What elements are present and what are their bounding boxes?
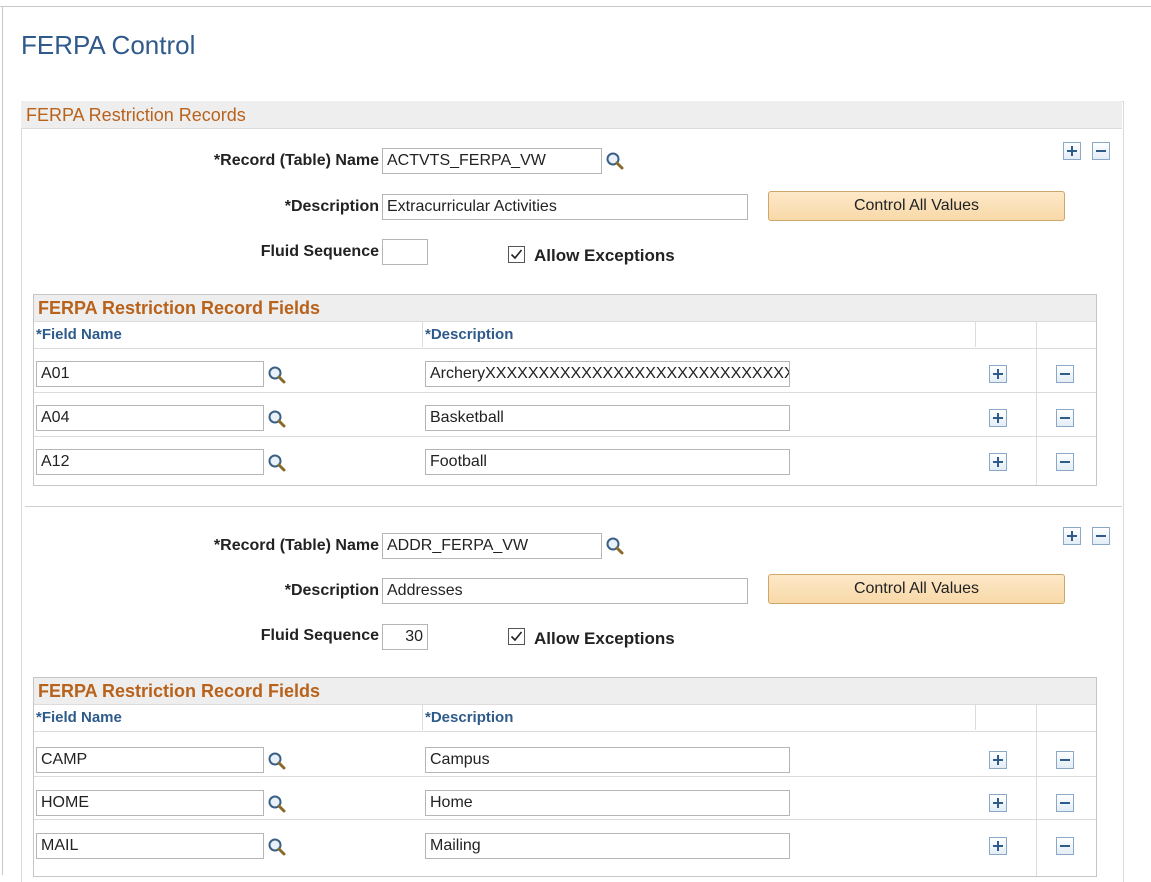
- field-lookup-icon[interactable]: [267, 794, 287, 814]
- field-name-input[interactable]: HOME: [36, 790, 264, 816]
- field-name-input[interactable]: A04: [36, 405, 264, 431]
- add-record-button[interactable]: [1063, 142, 1081, 160]
- field-name-input[interactable]: CAMP: [36, 747, 264, 773]
- record-name-lookup-icon[interactable]: [605, 151, 625, 171]
- record-name-field[interactable]: ADDR_FERPA_VW: [382, 533, 602, 559]
- add-row-button[interactable]: [989, 409, 1007, 427]
- record-name-lookup-icon[interactable]: [605, 536, 625, 556]
- field-description-input[interactable]: Football: [425, 449, 790, 475]
- allow-exceptions-checkbox[interactable]: [508, 246, 525, 263]
- section-header: FERPA Restriction Records: [21, 101, 1122, 129]
- description-field[interactable]: Extracurricular Activities: [382, 194, 748, 220]
- field-name-input[interactable]: A12: [36, 449, 264, 475]
- add-row-button[interactable]: [989, 365, 1007, 383]
- col-header-field-name: *Field Name: [34, 322, 423, 347]
- fluid-sequence-field[interactable]: 30: [382, 624, 428, 650]
- description-field[interactable]: Addresses: [382, 578, 748, 604]
- add-row-button[interactable]: [989, 794, 1007, 812]
- record-name-label: *Record (Table) Name: [213, 152, 379, 169]
- frame-left-border: [2, 6, 3, 875]
- delete-row-button[interactable]: [1056, 837, 1074, 855]
- delete-row-button[interactable]: [1056, 365, 1074, 383]
- allow-exceptions-label: Allow Exceptions: [534, 246, 675, 265]
- allow-exceptions-label: Allow Exceptions: [534, 629, 675, 648]
- record-separator: [25, 506, 1122, 507]
- col-header-field-name: *Field Name: [34, 705, 423, 730]
- field-description-input[interactable]: Home: [425, 790, 790, 816]
- col-header-description: *Description: [423, 705, 976, 730]
- add-record-button[interactable]: [1063, 527, 1081, 545]
- delete-row-button[interactable]: [1056, 453, 1074, 471]
- field-lookup-icon[interactable]: [267, 365, 287, 385]
- frame-top-border: [0, 6, 1151, 7]
- fluid-sequence-field[interactable]: [382, 239, 428, 265]
- delete-record-button[interactable]: [1092, 142, 1110, 160]
- field-description-input[interactable]: Mailing: [425, 833, 790, 859]
- fluid-sequence-label: Fluid Sequence: [260, 627, 379, 644]
- field-description-input[interactable]: ArcheryXXXXXXXXXXXXXXXXXXXXXXXXXXXXXX: [425, 361, 790, 387]
- delete-record-button[interactable]: [1092, 527, 1110, 545]
- restriction-fields-grid: FERPA Restriction Record Fields *Field N…: [33, 294, 1097, 486]
- record-name-field[interactable]: ACTVTS_FERPA_VW: [382, 148, 602, 174]
- allow-exceptions-checkbox[interactable]: [508, 628, 525, 645]
- record-name-label: *Record (Table) Name: [213, 537, 379, 554]
- description-label: *Description: [284, 198, 379, 215]
- restriction-fields-grid: FERPA Restriction Record Fields *Field N…: [33, 677, 1097, 877]
- control-all-values-button[interactable]: Control All Values: [768, 191, 1065, 221]
- delete-row-button[interactable]: [1056, 409, 1074, 427]
- field-lookup-icon[interactable]: [267, 409, 287, 429]
- add-row-button[interactable]: [989, 751, 1007, 769]
- field-name-input[interactable]: A01: [36, 361, 264, 387]
- fluid-sequence-label: Fluid Sequence: [260, 243, 379, 260]
- control-all-values-button[interactable]: Control All Values: [768, 574, 1065, 604]
- field-lookup-icon[interactable]: [267, 751, 287, 771]
- section-title: FERPA Restriction Records: [26, 105, 246, 125]
- field-lookup-icon[interactable]: [267, 453, 287, 473]
- checkmark-icon: [510, 249, 523, 260]
- field-lookup-icon[interactable]: [267, 837, 287, 857]
- delete-row-button[interactable]: [1056, 751, 1074, 769]
- field-description-input[interactable]: Basketball: [425, 405, 790, 431]
- description-label: *Description: [284, 582, 379, 599]
- page-title: FERPA Control: [21, 30, 196, 60]
- col-header-description: *Description: [423, 322, 976, 347]
- add-row-button[interactable]: [989, 837, 1007, 855]
- add-row-button[interactable]: [989, 453, 1007, 471]
- delete-row-button[interactable]: [1056, 794, 1074, 812]
- grid-title: FERPA Restriction Record Fields: [34, 678, 1096, 704]
- checkmark-icon: [510, 631, 523, 642]
- grid-title: FERPA Restriction Record Fields: [34, 295, 1096, 321]
- field-description-input[interactable]: Campus: [425, 747, 790, 773]
- field-name-input[interactable]: MAIL: [36, 833, 264, 859]
